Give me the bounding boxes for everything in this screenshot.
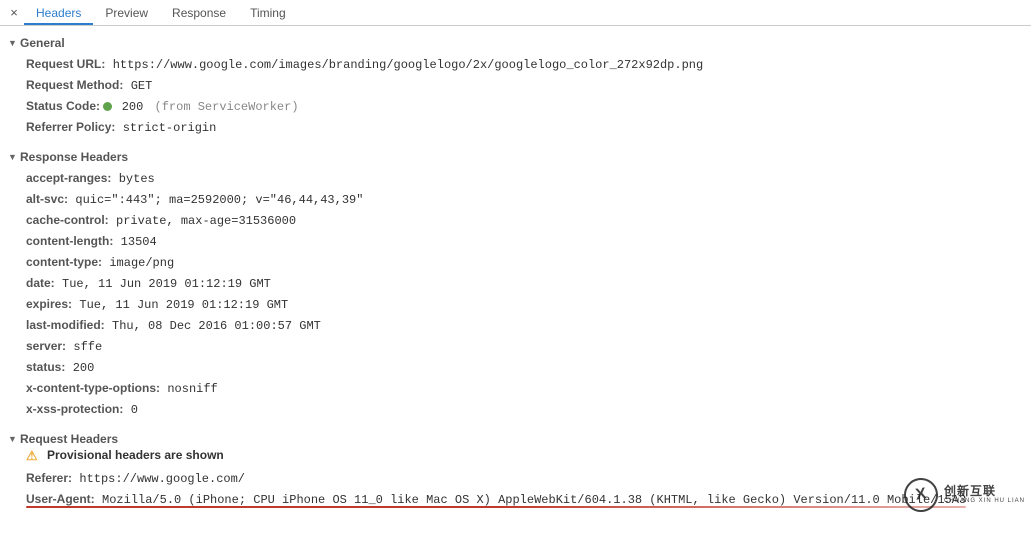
header-value-suffix: (from ServiceWorker) — [147, 100, 298, 114]
header-key: server: — [26, 339, 66, 353]
tab-response[interactable]: Response — [160, 1, 238, 24]
logo-text: 创新互联 CHUANG XIN HU LIAN — [944, 485, 1025, 505]
header-value: https://www.google.com/ — [79, 472, 245, 486]
response-row: content-type: image/png — [26, 252, 1023, 273]
response-row: x-content-type-options: nosniff — [26, 378, 1023, 399]
header-key: status: — [26, 360, 65, 374]
watermark-logo: X 创新互联 CHUANG XIN HU LIAN — [904, 478, 1025, 512]
header-key: x-content-type-options: — [26, 381, 160, 395]
header-value: private, max-age=31536000 — [116, 214, 296, 228]
warning-text: Provisional headers are shown — [47, 448, 224, 462]
section-title: General — [20, 36, 65, 50]
header-value: image/png — [109, 256, 174, 270]
header-key: Referer: — [26, 471, 72, 485]
header-value: quic=":443"; ma=2592000; v="46,44,43,39" — [75, 193, 363, 207]
header-key: date: — [26, 276, 55, 290]
response-row: x-xss-protection: 0 — [26, 399, 1023, 420]
general-list: Request URL: https://www.google.com/imag… — [8, 50, 1023, 144]
header-value: Tue, 11 Jun 2019 01:12:19 GMT — [62, 277, 271, 291]
tab-preview[interactable]: Preview — [93, 1, 160, 24]
header-value: 200 — [73, 361, 95, 375]
header-value: https://www.google.com/images/branding/g… — [113, 58, 704, 72]
header-value: Thu, 08 Dec 2016 01:00:57 GMT — [112, 319, 321, 333]
response-row: status: 200 — [26, 357, 1023, 378]
header-value: Tue, 11 Jun 2019 01:12:19 GMT — [79, 298, 288, 312]
header-key: content-type: — [26, 255, 102, 269]
response-row: last-modified: Thu, 08 Dec 2016 01:00:57… — [26, 315, 1023, 336]
response-row: cache-control: private, max-age=31536000 — [26, 210, 1023, 231]
header-value: sffe — [73, 340, 102, 354]
header-key: User-Agent: — [26, 492, 95, 506]
tab-headers[interactable]: Headers — [24, 1, 93, 25]
tab-timing[interactable]: Timing — [238, 1, 298, 24]
header-value: GET — [131, 79, 153, 93]
header-key: Status Code: — [26, 99, 100, 113]
header-key: alt-svc: — [26, 192, 68, 206]
response-row: accept-ranges: bytes — [26, 168, 1023, 189]
header-value: 0 — [131, 403, 138, 417]
response-row: date: Tue, 11 Jun 2019 01:12:19 GMT — [26, 273, 1023, 294]
response-list: accept-ranges: bytesalt-svc: quic=":443"… — [8, 164, 1023, 426]
header-value: Mozilla/5.0 (iPhone; CPU iPhone OS 11_0 … — [102, 493, 966, 507]
status-dot-icon — [103, 102, 112, 111]
section-response-header[interactable]: ▼ Response Headers — [8, 150, 1023, 164]
section-response-headers: ▼ Response Headers accept-ranges: bytesa… — [8, 150, 1023, 426]
header-value: nosniff — [167, 382, 217, 396]
header-key: expires: — [26, 297, 72, 311]
general-row: Status Code: 200 (from ServiceWorker) — [26, 96, 1023, 117]
header-key: cache-control: — [26, 213, 109, 227]
response-row: expires: Tue, 11 Jun 2019 01:12:19 GMT — [26, 294, 1023, 315]
close-icon[interactable]: × — [4, 5, 24, 20]
header-value: 13504 — [121, 235, 157, 249]
header-value: strict-origin — [123, 121, 217, 135]
user-agent-row: User-Agent: Mozilla/5.0 (iPhone; CPU iPh… — [26, 489, 1023, 510]
section-title: Request Headers — [20, 432, 118, 446]
header-key: Referrer Policy: — [26, 120, 115, 134]
header-key: x-xss-protection: — [26, 402, 123, 416]
header-value: 200 — [122, 100, 144, 114]
section-general-header[interactable]: ▼ General — [8, 36, 1023, 50]
general-row: Request URL: https://www.google.com/imag… — [26, 54, 1023, 75]
section-request-headers: ▼ Request Headers ⚠ Provisional headers … — [8, 432, 1023, 516]
panel-content: ▼ General Request URL: https://www.googl… — [0, 26, 1031, 524]
disclosure-triangle-icon: ▼ — [8, 152, 18, 162]
response-row: server: sffe — [26, 336, 1023, 357]
general-row: Referrer Policy: strict-origin — [26, 117, 1023, 138]
header-key: content-length: — [26, 234, 113, 248]
section-general: ▼ General Request URL: https://www.googl… — [8, 36, 1023, 144]
disclosure-triangle-icon: ▼ — [8, 434, 18, 444]
header-key: Request URL: — [26, 57, 105, 71]
header-key: last-modified: — [26, 318, 105, 332]
section-request-header[interactable]: ▼ Request Headers — [8, 432, 1023, 446]
response-row: alt-svc: quic=":443"; ma=2592000; v="46,… — [26, 189, 1023, 210]
disclosure-triangle-icon: ▼ — [8, 38, 18, 48]
tabs-bar: × Headers Preview Response Timing — [0, 0, 1031, 26]
request-row: Referer: https://www.google.com/ — [26, 468, 1023, 489]
logo-mark-icon: X — [902, 476, 940, 514]
general-row: Request Method: GET — [26, 75, 1023, 96]
response-row: content-length: 13504 — [26, 231, 1023, 252]
warning-icon: ⚠ — [26, 448, 38, 464]
section-title: Response Headers — [20, 150, 128, 164]
request-list: Referer: https://www.google.com/User-Age… — [8, 468, 1023, 516]
header-key: accept-ranges: — [26, 171, 111, 185]
header-value: bytes — [119, 172, 155, 186]
header-key: Request Method: — [26, 78, 123, 92]
provisional-warning: ⚠ Provisional headers are shown — [8, 446, 1023, 468]
